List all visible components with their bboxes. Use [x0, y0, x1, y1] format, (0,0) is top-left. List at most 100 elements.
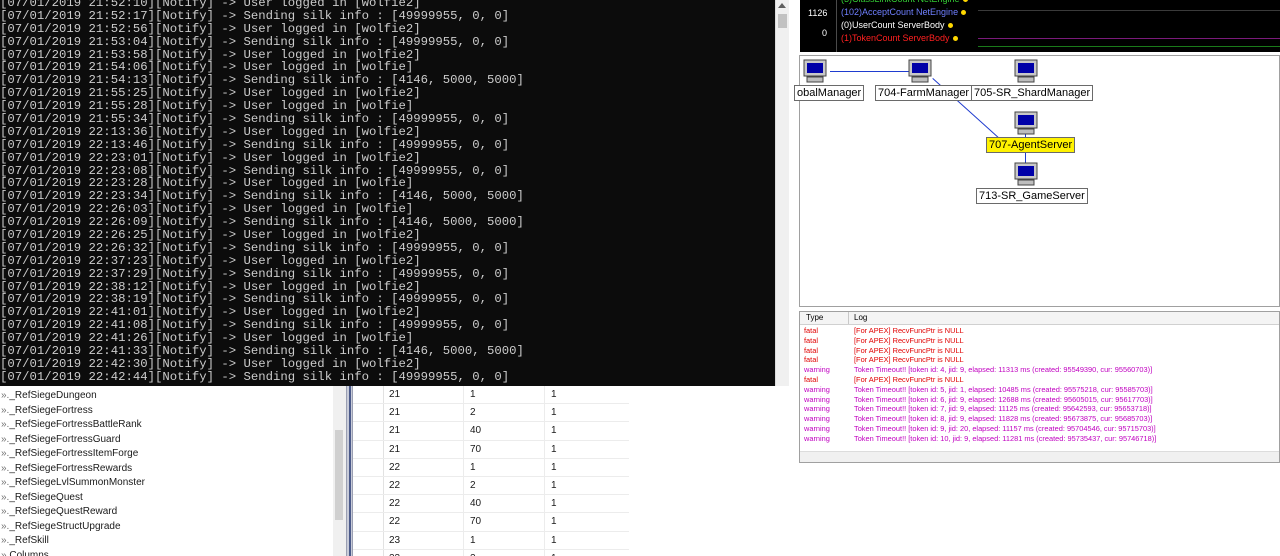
table-row[interactable]: 22 70 1: [353, 513, 629, 532]
table-cell[interactable]: 1: [470, 389, 476, 400]
node-label-farmmanager[interactable]: 704-FarmManager: [875, 85, 973, 101]
table-cell[interactable]: 1: [551, 425, 557, 436]
tree-item[interactable]: »._RefSiegeFortressBattleRank: [1, 418, 142, 433]
graph-y-label-min: 0: [822, 28, 828, 38]
console-line: [07/01/2019 22:13:46][Notify] -> Sending…: [0, 137, 510, 152]
server-node-icon[interactable]: [1014, 59, 1038, 83]
table-cell[interactable]: 1: [470, 535, 476, 546]
table-tree-list: »._RefSiegeDungeon »._RefSiegeFortress »._…: [0, 386, 333, 556]
server-node-icon[interactable]: [908, 59, 932, 83]
console-line: [07/01/2019 22:23:01][Notify] -> User lo…: [0, 150, 421, 165]
log-message: Token Timeout!! [token id: 5, jid: 1, el…: [854, 384, 1153, 394]
console-line: [07/01/2019 22:37:29][Notify] -> Sending…: [0, 266, 510, 281]
tree-item-label: _RefSiegeDungeon: [9, 390, 97, 401]
tree-item-label: _RefSiegeFortressGuard: [9, 433, 121, 445]
table-cell[interactable]: 21: [389, 425, 400, 436]
tree-item-label: _RefSiegeFortress: [9, 404, 93, 416]
tree-item-label: _RefSiegeStructUpgrade: [9, 520, 121, 532]
table-cell[interactable]: 1: [551, 444, 557, 455]
tree-item[interactable]: »._RefSiegeQuestReward: [1, 505, 117, 520]
log-column-log[interactable]: Log: [854, 313, 867, 322]
node-label-shardmanager[interactable]: 705-SR_ShardManager: [971, 85, 1094, 101]
table-row[interactable]: 21 70 1: [353, 440, 629, 459]
node-label-gameserver[interactable]: 713-SR_GameServer: [976, 188, 1088, 204]
graph-y-label-max: 1126: [808, 8, 828, 18]
server-node-icon[interactable]: [1014, 111, 1038, 135]
table-cell[interactable]: 21: [389, 407, 400, 418]
log-message: Token Timeout!! [token id: 10, jid: 9, e…: [854, 433, 1157, 443]
table-cell[interactable]: 1: [551, 389, 557, 400]
server-topology-panel: obalManager 704-FarmManager 705-SR_Shard…: [794, 55, 1280, 307]
table-row[interactable]: 21 1 1: [353, 386, 629, 405]
status-dot-icon: [952, 36, 958, 42]
table-cell[interactable]: 1: [551, 498, 557, 509]
table-cell[interactable]: 1: [551, 462, 557, 473]
console-line: [07/01/2019 22:42:44][Notify] -> Sending…: [0, 369, 510, 384]
tree-item[interactable]: »._RefSiegeLvlSummonMonster: [1, 476, 145, 491]
server-node-icon[interactable]: [1014, 162, 1038, 186]
table-row[interactable]: 23 1 1: [353, 531, 629, 550]
tree-item[interactable]: »._RefSiegeQuest: [1, 491, 83, 506]
table-cell[interactable]: 2: [470, 407, 476, 418]
table-row[interactable]: 22 1 1: [353, 458, 629, 477]
table-row[interactable]: 22 40 1: [353, 495, 629, 514]
table-cell[interactable]: 22: [389, 480, 400, 491]
log-message: [For APEX] RecvFuncPtr is NULL: [854, 345, 964, 355]
tree-item[interactable]: »._RefSiegeDungeon: [1, 389, 97, 404]
log-type: warning: [804, 433, 830, 443]
table-cell[interactable]: 40: [470, 498, 481, 509]
log-panel: Type Log fatal [For APEX] RecvFuncPtr is …: [799, 311, 1280, 463]
console-line: [07/01/2019 22:41:33][Notify] -> Sending…: [0, 344, 524, 359]
node-label-agentserver[interactable]: 707-AgentServer: [986, 137, 1076, 153]
tree-item-label: _RefSkill: [9, 535, 49, 546]
server-node-icon[interactable]: [803, 59, 827, 83]
table-cell[interactable]: 70: [470, 444, 481, 455]
table-cell[interactable]: 2: [470, 480, 476, 491]
table-row[interactable]: 22 2 1: [353, 477, 629, 496]
tree-item[interactable]: ».Columns: [1, 549, 49, 556]
tree-item-label: _RefSiegeFortressBattleRank: [9, 419, 142, 430]
scroll-up-arrow-icon[interactable]: [778, 3, 786, 8]
table-cell[interactable]: 22: [389, 462, 400, 473]
table-cell[interactable]: 40: [470, 425, 481, 436]
scrollbar-thumb[interactable]: [335, 430, 343, 520]
tree-item[interactable]: »._RefSiegeFortress: [1, 404, 93, 419]
console-scrollbar[interactable]: [775, 0, 789, 386]
table-row[interactable]: 21 40 1: [353, 422, 629, 441]
table-cell[interactable]: 1: [551, 480, 557, 491]
log-type: fatal: [804, 335, 818, 345]
graph-legend-item: (1)TokenCount ServerBody: [841, 33, 958, 43]
tree-scrollbar[interactable]: [333, 386, 346, 556]
table-row[interactable]: 2321: [353, 549, 629, 556]
tree-item[interactable]: »._RefSiegeFortressItemForge: [1, 447, 138, 462]
status-dot-icon: [962, 0, 968, 3]
table-cell[interactable]: 21: [389, 444, 400, 455]
log-type: fatal: [804, 375, 818, 384]
graph-legend-item: (3)ClassLinkCount NetEngine: [841, 0, 968, 4]
table-cell[interactable]: 22: [389, 516, 400, 527]
log-message: Token Timeout!! [token id: 4, jid: 9, el…: [854, 365, 1153, 375]
tree-item-label: _RefSiegeQuest: [9, 491, 83, 503]
log-type: fatal: [804, 326, 818, 335]
table-cell[interactable]: 21: [389, 389, 400, 400]
pane-splitter[interactable]: [346, 386, 353, 556]
tree-item-label: Columns: [9, 549, 49, 556]
tree-item[interactable]: »._RefSiegeStructUpgrade: [1, 520, 121, 535]
tree-item[interactable]: »._RefSiegeFortressGuard: [1, 433, 121, 448]
table-cell[interactable]: 1: [551, 516, 557, 527]
tree-item[interactable]: »._RefSiegeFortressRewards: [1, 462, 132, 477]
tree-item[interactable]: »._RefSkill: [1, 534, 49, 549]
log-message: [For APEX] RecvFuncPtr is NULL: [854, 326, 964, 335]
table-cell[interactable]: 23: [389, 535, 400, 546]
node-label-globalmanager[interactable]: obalManager: [794, 85, 865, 101]
scrollbar-thumb[interactable]: [778, 14, 787, 28]
console-line: [07/01/2019 21:52:17][Notify] -> Sending…: [0, 8, 510, 23]
table-cell[interactable]: 1: [470, 462, 476, 473]
log-column-type[interactable]: Type: [806, 313, 823, 322]
log-horizontal-scrollbar[interactable]: [800, 451, 1279, 462]
table-row[interactable]: 21 2 1: [353, 404, 629, 423]
table-cell[interactable]: 70: [470, 516, 481, 527]
table-cell[interactable]: 1: [551, 535, 557, 546]
table-cell[interactable]: 22: [389, 498, 400, 509]
table-cell[interactable]: 1: [551, 407, 557, 418]
